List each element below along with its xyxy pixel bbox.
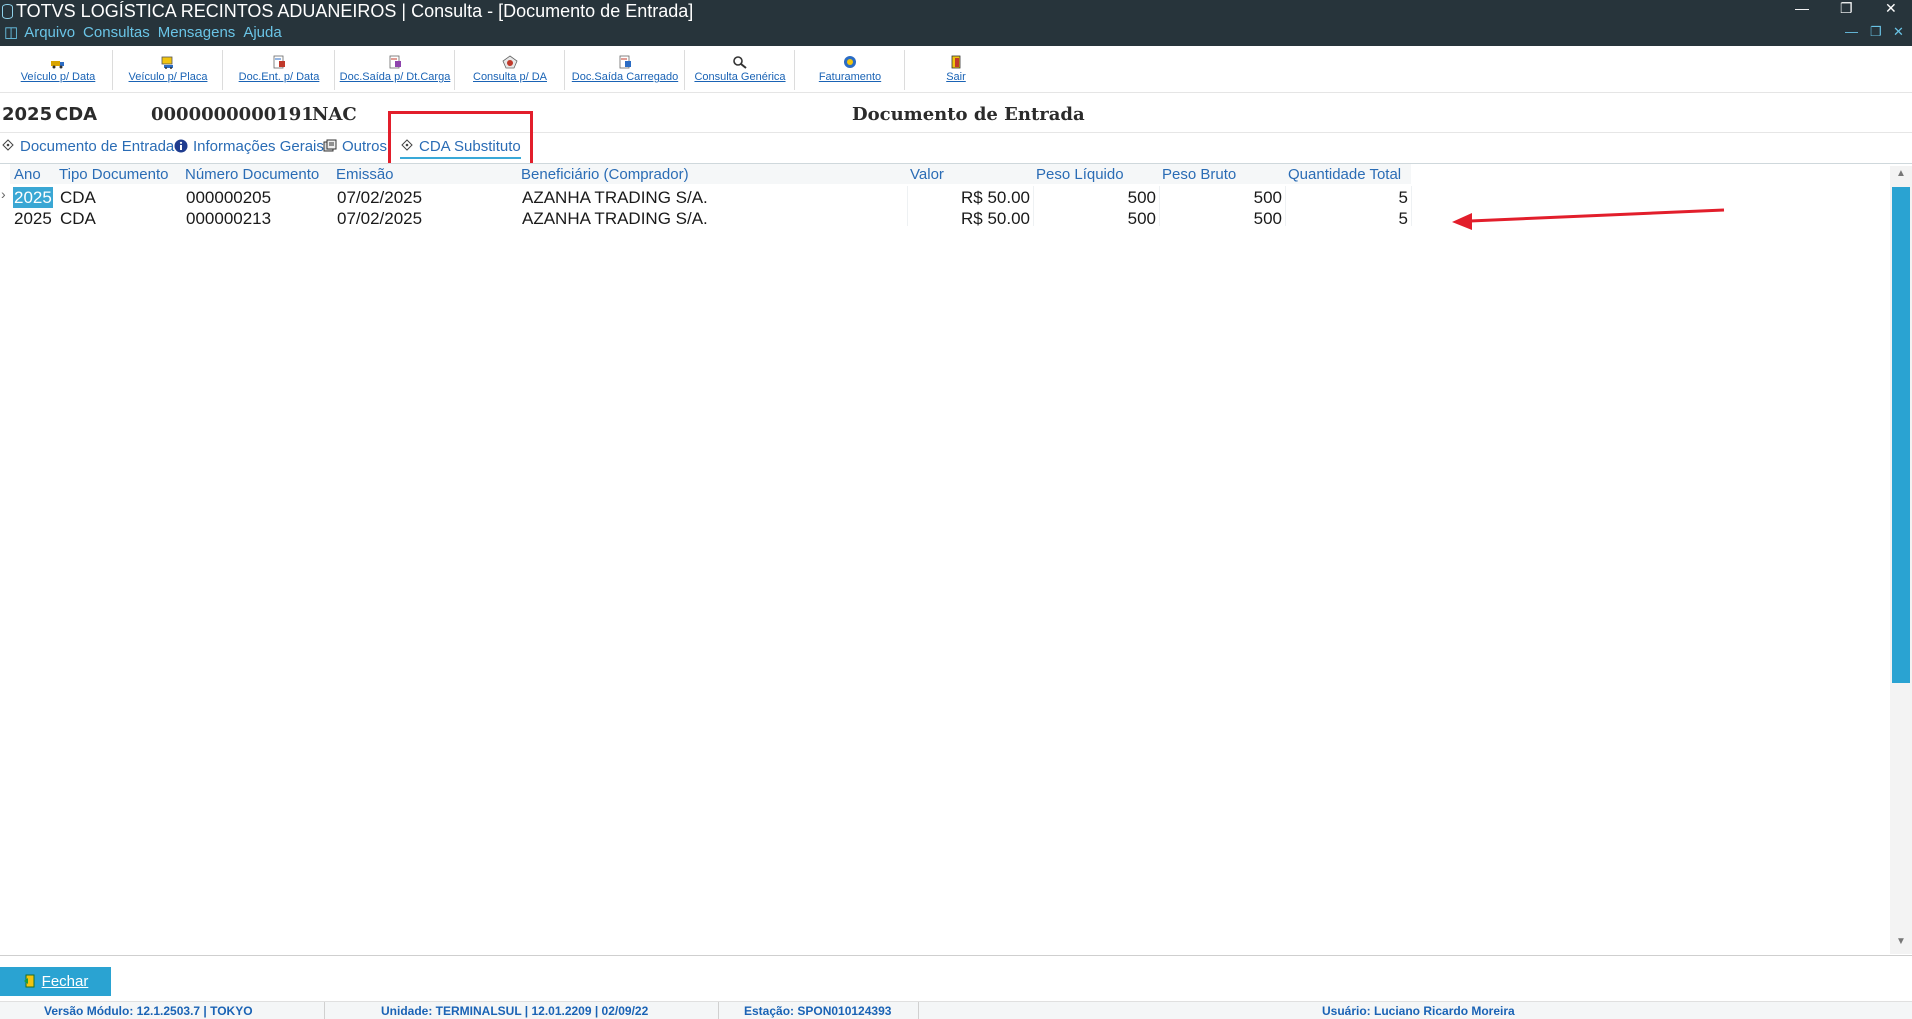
status-unit: Unidade: TERMINALSUL | 12.01.2209 | 02/0… <box>381 1004 649 1018</box>
inner-restore-button[interactable]: ❐ <box>1870 24 1882 40</box>
exit-icon <box>951 55 961 69</box>
window-title: TOTVS LOGÍSTICA RECINTOS ADUANEIROS | Co… <box>2 1 693 21</box>
row-pointer-icon: › <box>1 186 6 202</box>
cell-peso-bruto[interactable]: 500 <box>1162 208 1282 229</box>
cell-ano[interactable]: 2025 <box>14 208 52 229</box>
header-doc-number: 0000000000191 <box>151 104 314 125</box>
cell-numero[interactable]: 000000205 <box>186 187 271 208</box>
cell-tipo[interactable]: CDA <box>60 208 96 229</box>
column-header-tipo-documento[interactable]: Tipo Documento <box>59 166 169 183</box>
toolbar-consulta-generica-button[interactable]: Consulta Genérica <box>686 50 795 90</box>
cell-beneficiario[interactable]: AZANHA TRADING S/A. <box>522 208 708 229</box>
column-header-peso-bruto[interactable]: Peso Bruto <box>1162 166 1236 183</box>
doc-entry-icon <box>273 55 285 69</box>
database-icon <box>2 4 13 19</box>
close-door-icon <box>23 974 35 988</box>
title-bar: TOTVS LOGÍSTICA RECINTOS ADUANEIROS | Co… <box>0 0 1912 46</box>
others-icon <box>323 139 337 152</box>
header-origin: NAC <box>312 104 357 125</box>
menu-db-icon: ◫ <box>4 24 19 41</box>
info-icon <box>174 139 188 153</box>
page-title: Documento de Entrada <box>852 104 1085 125</box>
toolbar-docsaida-carregado-button[interactable]: Doc.Saída Carregado <box>566 50 685 90</box>
cell-quantidade[interactable]: 5 <box>1288 187 1408 208</box>
document-tag-icon <box>2 139 14 151</box>
vehicle-date-icon <box>51 61 64 69</box>
data-grid: Ano Tipo Documento Número Documento Emis… <box>0 164 1890 954</box>
toolbar-docent-data-button[interactable]: Doc.Ent. p/ Data <box>224 50 335 90</box>
toolbar: Veículo p/ Data Veículo p/ Placa Doc.Ent… <box>0 46 1912 93</box>
restore-button[interactable]: ❐ <box>1840 0 1853 17</box>
cell-ano[interactable]: 2025 <box>13 187 53 208</box>
status-divider <box>718 1002 719 1019</box>
cell-emissao[interactable]: 07/02/2025 <box>337 187 422 208</box>
scroll-up-icon[interactable]: ▲ <box>1896 168 1906 179</box>
cell-beneficiario[interactable]: AZANHA TRADING S/A. <box>522 187 708 208</box>
generic-query-icon <box>733 56 747 69</box>
table-row[interactable]: 2025 CDA 000000205 07/02/2025 AZANHA TRA… <box>0 187 1411 208</box>
status-divider <box>918 1002 919 1019</box>
annotation-arrow-icon <box>1452 208 1725 230</box>
annotation-highlight-box <box>388 111 533 166</box>
column-header-emissao[interactable]: Emissão <box>336 166 394 183</box>
table-row[interactable]: 2025 CDA 000000213 07/02/2025 AZANHA TRA… <box>0 208 1411 229</box>
tab-outros[interactable]: Outros <box>323 138 387 155</box>
toolbar-docsaida-dtcarga-button[interactable]: Doc.Saída p/ Dt.Carga <box>336 50 455 90</box>
vehicle-plate-icon <box>161 56 173 69</box>
cell-quantidade[interactable]: 5 <box>1288 208 1408 229</box>
header-doc-type: CDA <box>55 104 98 125</box>
billing-icon <box>844 56 856 68</box>
status-bar: Versão Módulo: 12.1.2503.7 | TOKYO Unida… <box>0 1001 1912 1019</box>
status-station: Estação: SPON010124393 <box>744 1004 892 1018</box>
query-da-icon <box>502 55 518 69</box>
menu-item-ajuda[interactable]: Ajuda <box>243 24 281 41</box>
header-divider <box>0 132 1912 133</box>
toolbar-sair-button[interactable]: Sair <box>906 50 1006 90</box>
cell-emissao[interactable]: 07/02/2025 <box>337 208 422 229</box>
cell-tipo[interactable]: CDA <box>60 187 96 208</box>
column-header-valor[interactable]: Valor <box>910 166 944 183</box>
toolbar-faturamento-button[interactable]: Faturamento <box>796 50 905 90</box>
column-header-numero-documento[interactable]: Número Documento <box>185 166 319 183</box>
doc-loaded-icon <box>619 55 631 69</box>
tab-strip: Documento de Entrada Informações Gerais … <box>0 135 1912 162</box>
cell-peso-liquido[interactable]: 500 <box>1036 187 1156 208</box>
inner-close-button[interactable]: ✕ <box>1893 24 1904 40</box>
column-header-peso-liquido[interactable]: Peso Líquido <box>1036 166 1124 183</box>
tab-documento-entrada[interactable]: Documento de Entrada <box>1 138 174 155</box>
toolbar-veiculo-placa-button[interactable]: Veículo p/ Placa <box>114 50 223 90</box>
cell-numero[interactable]: 000000213 <box>186 208 271 229</box>
cell-valor[interactable]: R$ 50.00 <box>910 187 1030 208</box>
menu-item-arquivo[interactable]: Arquivo <box>24 24 75 41</box>
close-button[interactable]: Fechar <box>0 967 111 996</box>
window-title-text: TOTVS LOGÍSTICA RECINTOS ADUANEIROS | Co… <box>16 1 694 21</box>
cell-valor[interactable]: R$ 50.00 <box>910 208 1030 229</box>
tab-informacoes-gerais[interactable]: Informações Gerais <box>174 138 324 155</box>
status-divider <box>324 1002 325 1019</box>
header-year: 2025 <box>2 104 53 125</box>
close-window-button[interactable]: ✕ <box>1885 0 1897 17</box>
status-user: Usuário: Luciano Ricardo Moreira <box>1322 1004 1515 1018</box>
column-header-ano[interactable]: Ano <box>14 166 41 183</box>
inner-minimize-button[interactable]: — <box>1845 24 1858 39</box>
toolbar-consulta-da-button[interactable]: Consulta p/ DA <box>456 50 565 90</box>
menu-bar: ◫ Arquivo Consultas Mensagens Ajuda <box>0 23 290 45</box>
cell-peso-liquido[interactable]: 500 <box>1036 208 1156 229</box>
doc-exit-icon <box>389 55 401 69</box>
vertical-scrollbar[interactable]: ▲ ▼ <box>1890 166 1912 954</box>
column-header-beneficiario[interactable]: Beneficiário (Comprador) <box>521 166 689 183</box>
scrollbar-thumb[interactable] <box>1892 187 1910 683</box>
column-divider <box>1411 186 1412 226</box>
toolbar-veiculo-data-button[interactable]: Veículo p/ Data <box>4 50 113 90</box>
column-header-quantidade-total[interactable]: Quantidade Total <box>1288 166 1401 183</box>
minimize-button[interactable]: — <box>1795 0 1809 16</box>
status-version: Versão Módulo: 12.1.2503.7 | TOKYO <box>44 1004 253 1018</box>
menu-item-consultas[interactable]: Consultas <box>83 24 150 41</box>
cell-peso-bruto[interactable]: 500 <box>1162 187 1282 208</box>
menu-item-mensagens[interactable]: Mensagens <box>158 24 236 41</box>
scroll-down-icon[interactable]: ▼ <box>1896 936 1906 947</box>
footer-divider <box>0 955 1912 956</box>
